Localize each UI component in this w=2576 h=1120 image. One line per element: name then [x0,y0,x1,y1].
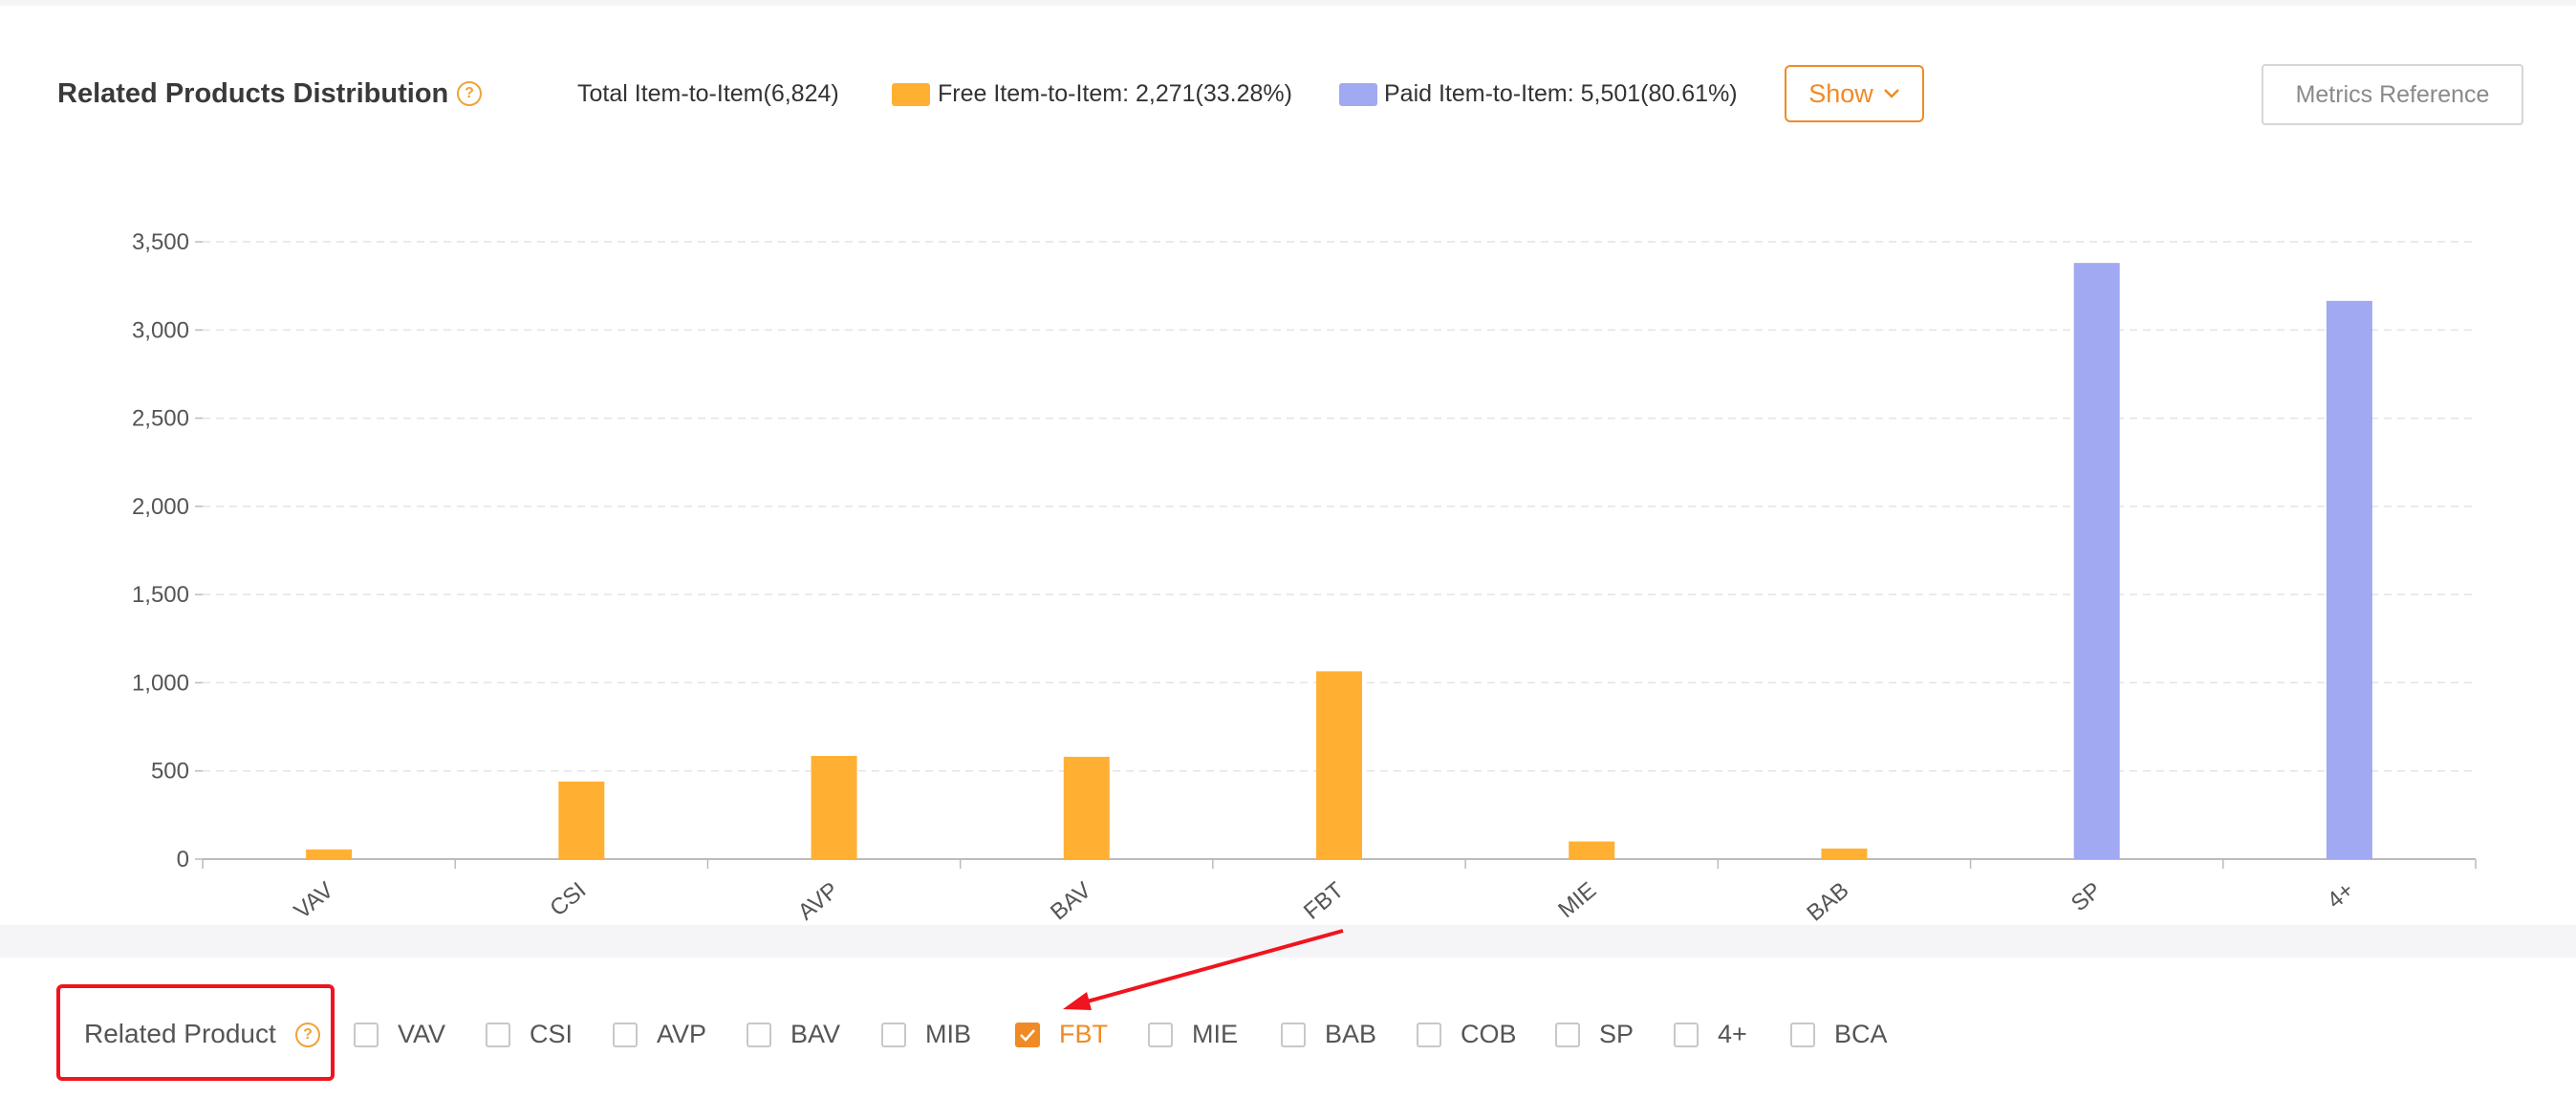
x-tick-label: MIE [1553,877,1601,923]
checkbox-bab[interactable]: BAB [1281,1020,1376,1049]
checkbox-label: AVP [657,1020,707,1048]
bar-sp [2073,263,2120,859]
y-tick-label: 0 [177,847,189,872]
checkbox-cob[interactable]: COB [1417,1020,1517,1049]
y-tick-label: 3,000 [132,317,189,343]
checkbox-label: BAB [1325,1020,1377,1048]
checkbox-label: CSI [530,1020,574,1048]
checkbox-label: COB [1461,1020,1517,1048]
checkbox-label: FBT [1059,1020,1108,1048]
bar-csi [558,781,605,859]
checkbox-icon[interactable] [354,1022,379,1047]
y-tick-label: 2,500 [132,406,189,432]
checkbox-icon[interactable] [613,1022,638,1047]
checkbox-icon[interactable] [1674,1022,1699,1047]
bar-fbt [1316,671,1362,859]
checkbox-icon[interactable] [1555,1022,1580,1047]
checkbox-icon[interactable] [747,1022,771,1047]
x-tick-label: BAB [1802,877,1853,925]
x-tick-label: CSI [545,877,591,921]
related-product-label: Related Product [84,1019,276,1048]
checkbox-icon[interactable] [1790,1022,1815,1047]
bar-bav [1063,756,1110,859]
checkbox-vav[interactable]: VAV [354,1020,445,1049]
checkbox-icon[interactable] [1417,1022,1441,1047]
checkbox-icon[interactable] [1148,1022,1173,1047]
bar-mie [1569,841,1615,859]
x-tick-label: BAV [1046,877,1096,925]
x-tick-label: VAV [290,877,338,924]
checkbox-checked-icon[interactable] [1015,1022,1040,1047]
checkbox-icon[interactable] [486,1022,510,1047]
checkmark-icon [1020,1028,1035,1042]
help-icon[interactable]: ? [295,1023,320,1047]
checkbox-label: MIB [925,1020,972,1048]
bar-bab [1821,848,1868,859]
checkbox-label: SP [1599,1020,1634,1048]
checkbox-fbt[interactable]: FBT [1015,1020,1108,1049]
checkbox-sp[interactable]: SP [1555,1020,1634,1049]
checkbox-label: 4+ [1718,1020,1747,1048]
checkbox-icon[interactable] [1281,1022,1306,1047]
y-tick-label: 1,500 [132,582,189,608]
checkbox-bca[interactable]: BCA [1790,1020,1888,1049]
checkbox-csi[interactable]: CSI [486,1020,573,1049]
checkbox-label: BCA [1834,1020,1888,1048]
x-tick-label: FBT [1299,877,1349,925]
x-tick-label: SP [2067,877,2107,916]
checkbox-bav[interactable]: BAV [747,1020,840,1049]
checkbox-icon[interactable] [881,1022,906,1047]
checkbox-label: VAV [398,1020,446,1048]
checkbox-mie[interactable]: MIE [1148,1020,1238,1049]
bar-4plus [2326,300,2372,859]
bar-vav [306,849,353,859]
bar-avp [811,756,857,859]
checkbox-4plus[interactable]: 4+ [1674,1020,1747,1049]
x-tick-label: AVP [793,877,844,925]
checkbox-avp[interactable]: AVP [613,1020,706,1049]
y-tick-label: 2,000 [132,494,189,520]
y-tick-label: 3,500 [132,229,189,255]
bar-chart: 0 500 1,000 1,500 2,000 2,500 3,000 3,500 VAV CSI… [132,229,2477,925]
checkbox-label: MIE [1192,1020,1239,1048]
y-tick-label: 1,000 [132,670,189,696]
checkbox-mib[interactable]: MIB [881,1020,971,1049]
checkbox-label: BAV [790,1020,841,1048]
x-tick-label: 4+ [2323,877,2359,914]
y-tick-label: 500 [151,759,189,785]
